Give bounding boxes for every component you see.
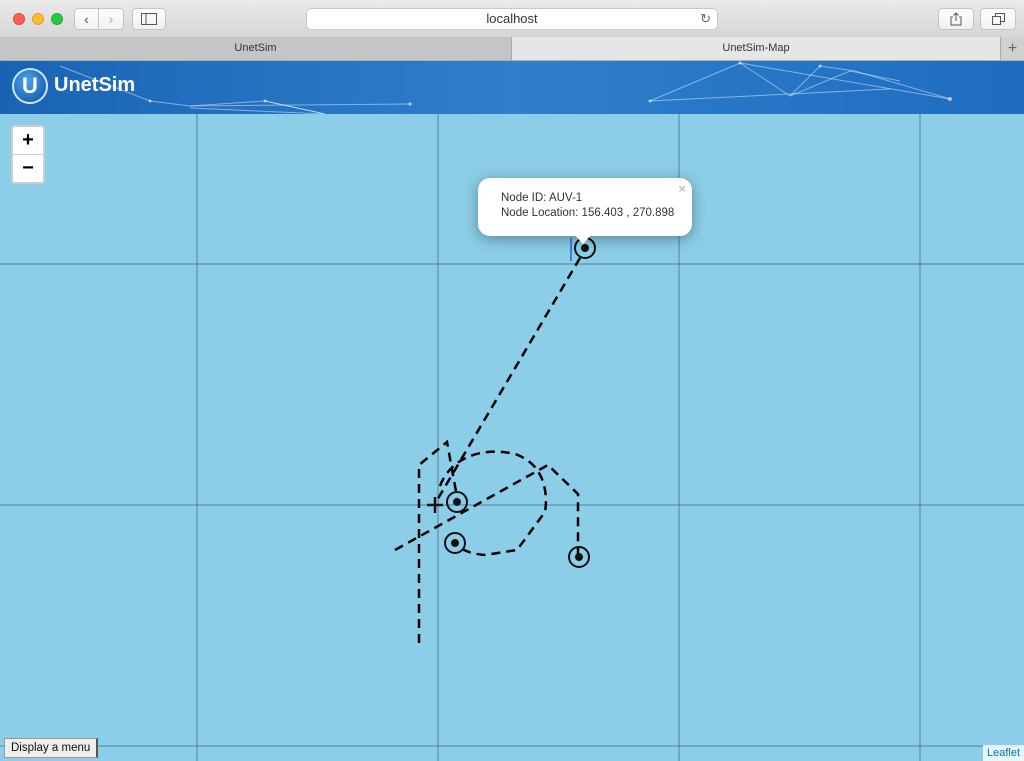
- tab-unetsim-map[interactable]: UnetSim-Map: [512, 37, 1000, 60]
- node-marker-2: [446, 491, 468, 513]
- share-button[interactable]: [938, 8, 974, 30]
- back-button[interactable]: ‹: [74, 8, 99, 30]
- node-markers: [444, 237, 596, 568]
- close-window-button[interactable]: [13, 13, 25, 25]
- forward-button[interactable]: ›: [99, 8, 124, 30]
- leaflet-attribution-link[interactable]: Leaflet: [982, 745, 1024, 761]
- display-menu-button[interactable]: Display a menu: [4, 738, 99, 758]
- minimize-window-button[interactable]: [32, 13, 44, 25]
- tab-label: UnetSim-Map: [722, 42, 790, 54]
- address-text: localhost: [486, 11, 538, 26]
- zoom-window-button[interactable]: [51, 13, 63, 25]
- popup-tip: [574, 234, 592, 244]
- node-info-popup: × Node ID: AUV-1 Node Location: 156.403 …: [478, 178, 692, 244]
- trajectory-diagonal: [394, 463, 580, 554]
- popup-node-location: Node Location: 156.403 , 270.898: [501, 207, 675, 219]
- address-bar[interactable]: localhost ↻: [306, 8, 718, 30]
- tab-bar: UnetSim UnetSim-Map +: [0, 37, 1024, 61]
- tab-label: UnetSim: [234, 42, 277, 54]
- popup-node-id: Node ID: AUV-1: [501, 192, 583, 204]
- zoom-in-button[interactable]: +: [13, 127, 43, 155]
- app-header: U UnetSim: [0, 61, 1024, 114]
- sidebar-toggle-button[interactable]: [132, 8, 166, 30]
- zoom-out-button[interactable]: −: [13, 155, 43, 182]
- app-name: UnetSim: [54, 74, 136, 96]
- browser-window: ‹ › localhost ↻ UnetSim UnetSim-Map + U …: [0, 0, 1024, 761]
- zoom-control: + −: [11, 125, 45, 184]
- chevron-right-icon: ›: [108, 11, 114, 27]
- navigation-buttons: ‹ ›: [74, 8, 124, 30]
- tabs-overview-icon: [991, 13, 1005, 25]
- new-tab-button[interactable]: +: [1000, 37, 1024, 60]
- crosshair-marker: [427, 497, 443, 513]
- tab-unetsim[interactable]: UnetSim: [0, 37, 512, 60]
- close-popup-button[interactable]: ×: [678, 181, 686, 196]
- sidebar-icon: [141, 13, 157, 25]
- reload-icon[interactable]: ↻: [700, 9, 711, 29]
- node-trajectories: [394, 257, 582, 643]
- browser-toolbar: ‹ › localhost ↻: [0, 0, 1024, 38]
- share-icon: [950, 12, 962, 26]
- unetsim-logo: U: [12, 68, 48, 104]
- chevron-left-icon: ‹: [84, 11, 89, 27]
- map-view[interactable]: + − × Node ID: AUV-1 Node Location: 156.…: [0, 114, 1024, 761]
- node-marker-3: [444, 532, 466, 554]
- trajectory-auv-1: [434, 257, 582, 503]
- network-pattern-graphic: [59, 61, 952, 114]
- show-tabs-button[interactable]: [980, 8, 1016, 30]
